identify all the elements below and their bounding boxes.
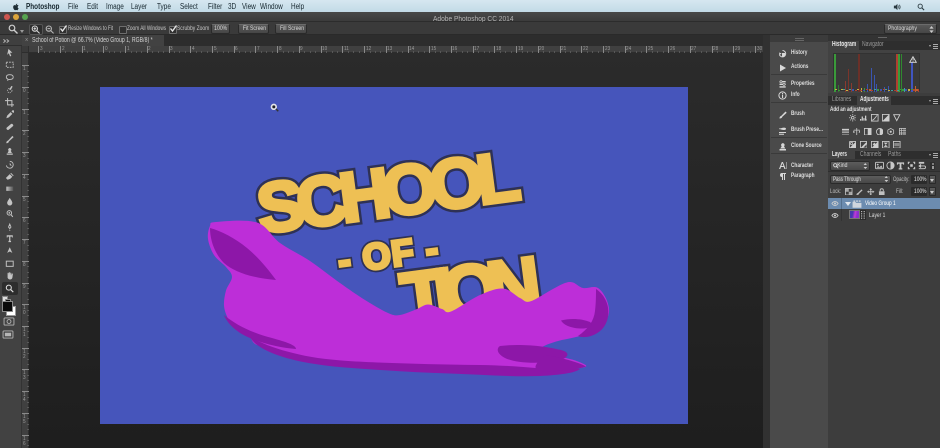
svg-text:SCHOOL: SCHOOL (252, 136, 526, 248)
